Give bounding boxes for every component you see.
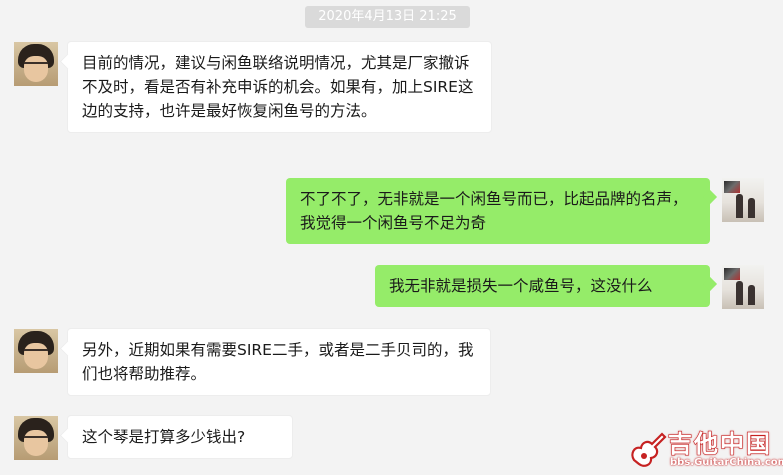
message-bubble-incoming[interactable]: 另外，近期如果有需要SIRE二手，或者是二手贝司的，我们也将帮助推荐。 <box>67 328 491 396</box>
user-avatar[interactable] <box>722 178 764 222</box>
message-bubble-outgoing[interactable]: 我无非就是损失一个咸鱼号，这没什么 <box>375 265 710 307</box>
message-bubble-incoming[interactable]: 目前的情况，建议与闲鱼联络说明情况，尤其是厂家撤诉不及时，看是否有补充申诉的机会… <box>67 41 492 133</box>
message-bubble-incoming[interactable]: 这个琴是打算多少钱出? <box>67 415 293 459</box>
contact-avatar[interactable] <box>14 329 58 373</box>
timestamp-label: 2020年4月13日 21:25 <box>305 6 470 28</box>
watermark-title: 吉他中国 <box>667 429 772 458</box>
guitar-logo-icon <box>631 432 667 467</box>
contact-avatar[interactable] <box>14 42 58 86</box>
watermark-url: bbs.GuitarChina.com <box>670 457 783 468</box>
contact-avatar[interactable] <box>14 416 58 460</box>
site-watermark: 吉他中国 bbs.GuitarChina.com <box>626 424 783 475</box>
message-bubble-outgoing[interactable]: 不了不了，无非就是一个闲鱼号而已，比起品牌的名声，我觉得一个闲鱼号不足为奇 <box>286 178 710 244</box>
user-avatar[interactable] <box>722 265 764 309</box>
